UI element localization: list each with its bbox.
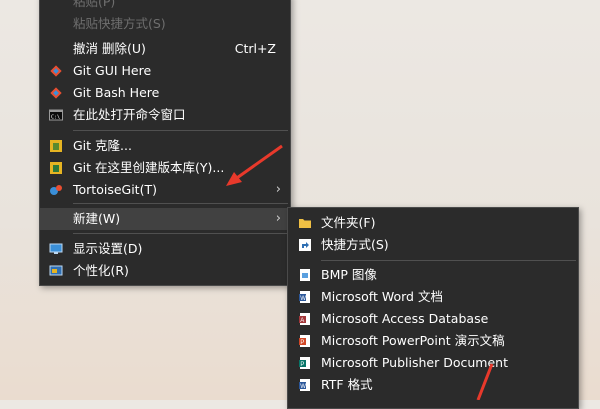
annotation-arrow-icon [476, 363, 494, 400]
rtf-doc-icon: W [299, 379, 310, 391]
menu-item-label: 个性化(R) [73, 263, 129, 278]
menu-item-git-bash[interactable]: Git Bash Here [40, 82, 290, 104]
menu-separator [73, 233, 288, 234]
menu-item-label: 粘贴(P) [73, 0, 116, 9]
menu-separator [73, 130, 288, 131]
git-diamond-icon [50, 87, 62, 99]
submenu-item-word[interactable]: W Microsoft Word 文档 [288, 286, 578, 308]
menu-item-paste[interactable]: 粘贴(P) [40, 0, 290, 13]
menu-item-label: Git 在这里创建版本库(Y)... [73, 160, 225, 175]
menu-item-display-settings[interactable]: 显示设置(D) [40, 238, 290, 260]
menu-item-label: 文件夹(F) [321, 215, 376, 230]
chevron-right-icon: › [275, 211, 281, 226]
menu-item-label: 快捷方式(S) [321, 237, 389, 252]
submenu-item-folder[interactable]: 文件夹(F) [288, 212, 578, 234]
menu-item-paste-shortcut[interactable]: 粘贴快捷方式(S) [40, 13, 290, 35]
access-db-icon: A [299, 313, 310, 325]
menu-item-label: TortoiseGit(T) [73, 182, 157, 197]
submenu-item-shortcut[interactable]: 快捷方式(S) [288, 234, 578, 256]
menu-item-label: Microsoft PowerPoint 演示文稿 [321, 333, 505, 348]
menu-item-label: BMP 图像 [321, 267, 377, 282]
shortcut-icon [299, 239, 311, 251]
svg-text:P: P [300, 362, 304, 368]
svg-text:C:\: C:\ [51, 115, 60, 121]
monitor-icon [49, 243, 63, 254]
svg-text:P: P [300, 340, 304, 346]
menu-item-label: Microsoft Word 文档 [321, 289, 443, 304]
annotation-arrow-icon [226, 144, 283, 186]
new-submenu: 文件夹(F) 快捷方式(S) BMP 图像 W Microsoft Word 文… [287, 207, 579, 409]
git-repo-icon [50, 162, 62, 174]
personalize-icon [49, 265, 63, 276]
submenu-item-rtf[interactable]: W RTF 格式 [288, 374, 578, 396]
menu-item-label: 撤消 删除(U) [73, 41, 146, 56]
bmp-icon [300, 269, 310, 281]
menu-item-git-gui[interactable]: Git GUI Here [40, 60, 290, 82]
menu-item-label: RTF 格式 [321, 377, 373, 392]
submenu-item-powerpoint[interactable]: P Microsoft PowerPoint 演示文稿 [288, 330, 578, 352]
menu-item-label: 显示设置(D) [73, 241, 143, 256]
menu-item-label: 新建(W) [73, 211, 121, 226]
menu-item-label: Git GUI Here [73, 63, 152, 78]
svg-text:W: W [300, 384, 306, 390]
submenu-item-bmp[interactable]: BMP 图像 [288, 264, 578, 286]
menu-item-label: Microsoft Access Database [321, 311, 489, 326]
menu-separator [321, 260, 576, 261]
menu-item-personalize[interactable]: 个性化(R) [40, 260, 290, 282]
git-clone-icon [50, 140, 62, 152]
svg-text:A: A [300, 318, 304, 324]
menu-item-label: 在此处打开命令窗口 [73, 107, 186, 122]
powerpoint-icon: P [299, 335, 310, 347]
menu-item-label: 粘贴快捷方式(S) [73, 16, 166, 31]
menu-item-open-cmd[interactable]: C:\ 在此处打开命令窗口 [40, 104, 290, 126]
menu-item-new[interactable]: 新建(W) › [40, 208, 290, 230]
menu-item-undo-delete[interactable]: 撤消 删除(U) Ctrl+Z [40, 38, 290, 60]
tortoise-icon [50, 185, 62, 195]
shortcut-text: Ctrl+Z [234, 41, 276, 56]
terminal-icon: C:\ [49, 109, 63, 121]
git-diamond-icon [50, 65, 62, 77]
menu-item-label: Git Bash Here [73, 85, 160, 100]
svg-text:W: W [300, 296, 306, 302]
submenu-item-access[interactable]: A Microsoft Access Database [288, 308, 578, 330]
word-doc-icon: W [299, 291, 310, 303]
folder-icon [299, 219, 311, 228]
menu-item-label: Git 克隆... [73, 138, 132, 153]
menu-separator [73, 203, 288, 204]
publisher-icon: P [299, 357, 310, 369]
submenu-item-publisher[interactable]: P Microsoft Publisher Document [288, 352, 578, 374]
